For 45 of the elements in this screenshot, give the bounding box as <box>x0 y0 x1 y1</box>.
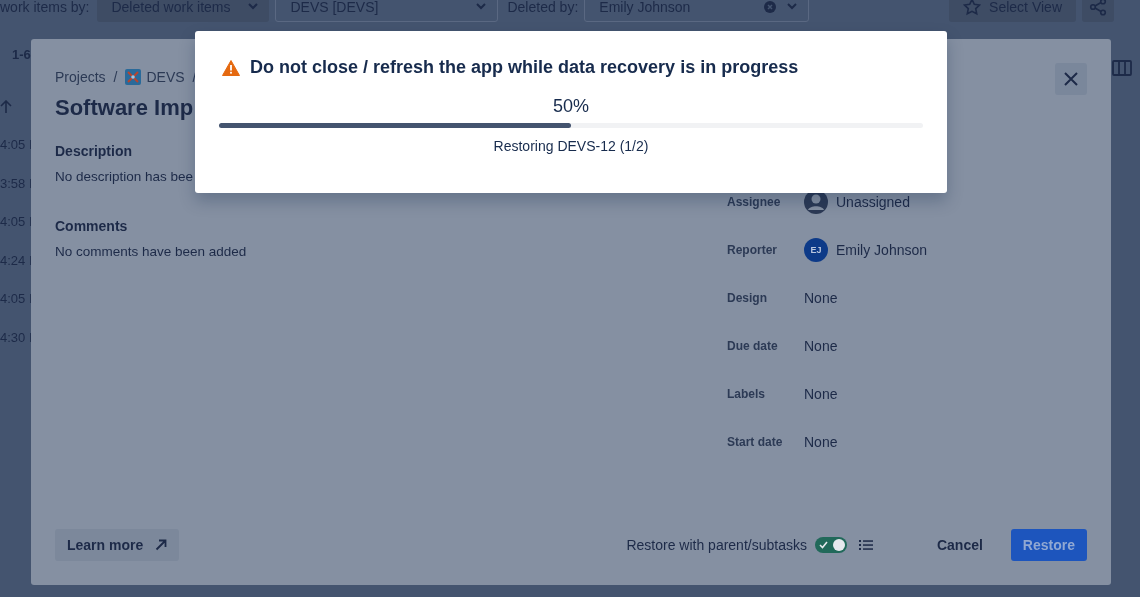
restore-button[interactable]: Restore <box>1010 529 1087 561</box>
field-label: Reporter <box>727 243 778 257</box>
field-value: None <box>804 338 838 354</box>
work-item-title: Software Imp <box>55 95 194 121</box>
breadcrumb-separator: / <box>113 69 118 85</box>
star-icon <box>963 0 982 16</box>
field-value: None <box>804 290 838 306</box>
chevron-down-icon <box>475 3 488 11</box>
section-text: No comments have been added <box>55 244 247 259</box>
share-icon <box>1089 0 1107 16</box>
field-label: Labels <box>727 387 766 401</box>
field-label: Start date <box>727 435 784 449</box>
check-icon <box>818 541 828 549</box>
close-icon <box>1064 72 1078 86</box>
field-value: None <box>804 434 838 450</box>
field-label: Design <box>727 291 768 305</box>
section-text: No description has bee <box>55 169 194 184</box>
breadcrumb-link[interactable]: Projects <box>55 69 106 85</box>
clear-icon[interactable] <box>764 1 777 13</box>
field-label: Assignee <box>727 195 782 209</box>
breadcrumb-link[interactable]: DEVS <box>146 69 185 85</box>
share-button[interactable] <box>1082 0 1114 22</box>
dialog-title: Do not close / refresh the app while data recovery is in progress <box>250 57 799 78</box>
restore-with-parent-label: Restore with parent/subtasks <box>626 537 807 553</box>
sort-arrow-icon[interactable] <box>0 100 12 114</box>
chevron-down-icon <box>786 3 799 11</box>
section-heading: Description <box>55 143 132 159</box>
warning-icon <box>222 59 240 76</box>
progress-status: Restoring DEVS-12 (1/2) <box>493 138 649 154</box>
list-icon[interactable] <box>858 539 873 551</box>
learn-more-button[interactable]: Learn more <box>55 529 180 561</box>
field-value: Unassigned <box>836 194 910 210</box>
field-value: None <box>804 386 838 402</box>
columns-icon[interactable] <box>1112 60 1132 76</box>
project-icon <box>125 69 142 85</box>
toggle-switch[interactable] <box>814 537 847 553</box>
user-avatar: EJ <box>804 238 828 262</box>
section-heading: Comments <box>55 218 128 234</box>
chevron-down-icon <box>247 3 260 11</box>
cancel-button[interactable]: Cancel <box>924 529 995 561</box>
progress-percent: 50% <box>553 96 589 116</box>
close-button[interactable] <box>1055 63 1087 95</box>
field-value: Emily Johnson <box>836 242 928 258</box>
field-label: Due date <box>727 339 779 353</box>
external-arrow-icon <box>155 539 168 551</box>
